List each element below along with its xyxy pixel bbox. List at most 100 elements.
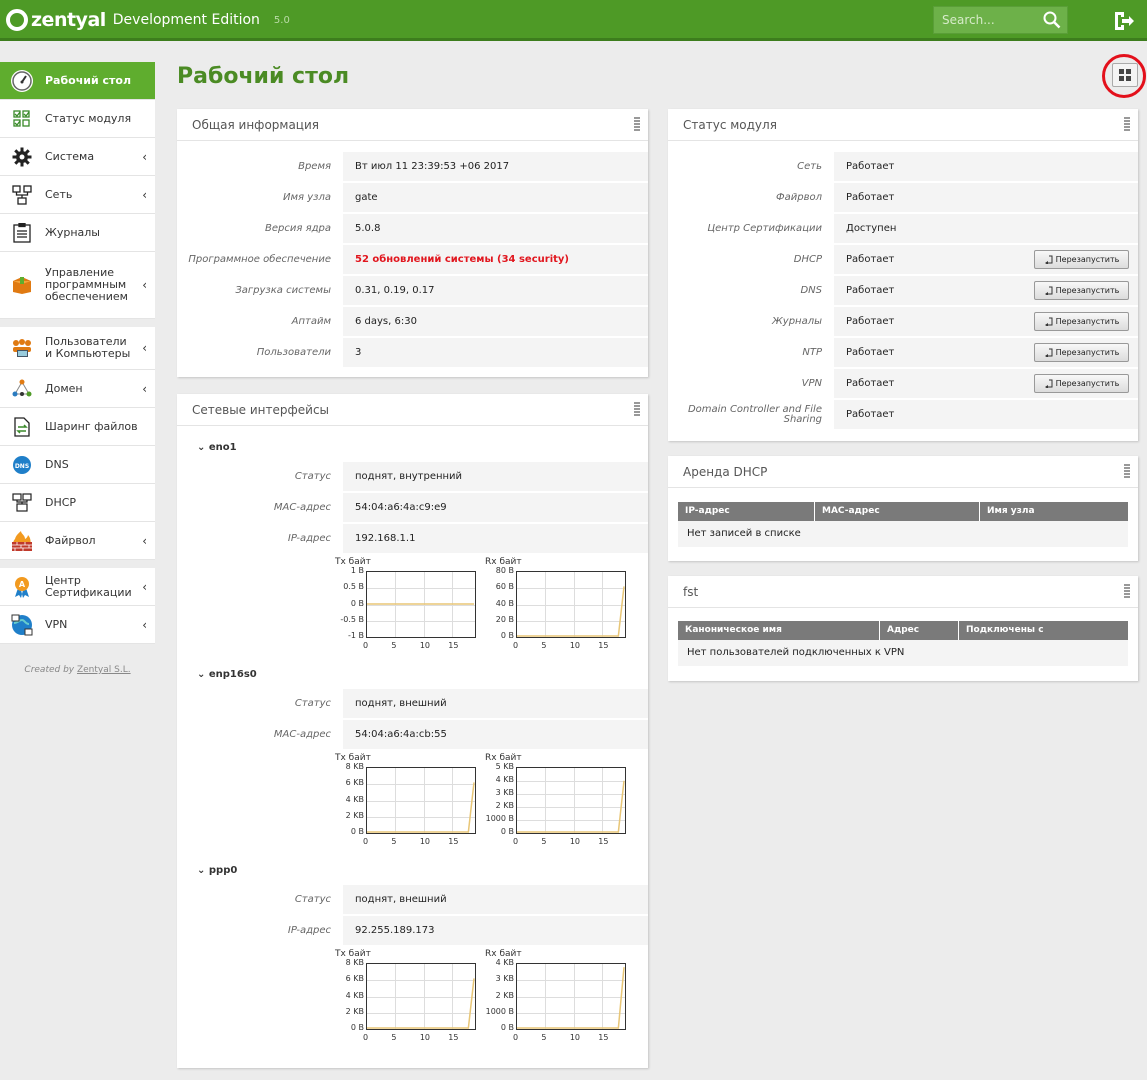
panel-title: Аренда DHCP (683, 465, 768, 479)
info-value: Вт июл 11 23:39:53 +06 2017 (343, 152, 648, 181)
interface-toggle[interactable]: ⌄ enp16s0 (177, 665, 648, 685)
restart-button[interactable]: Перезапустить (1034, 250, 1129, 269)
module-status: Работает (834, 400, 1138, 429)
drag-handle-icon[interactable] (634, 402, 640, 416)
software-updates-link[interactable]: 52 обновлений системы (34 security) (343, 245, 648, 274)
y-tick-label: 2 KB (345, 810, 364, 820)
y-tick-label: 0 B (500, 1023, 514, 1032)
interface-key: Статус (294, 697, 331, 709)
dhcp-table: IP-адрес MAC-адрес Имя узла Нет записей … (678, 502, 1128, 547)
sidebar-item-certificate[interactable]: A Центр Сертификации ‹ (0, 568, 155, 606)
interface-toggle[interactable]: ⌄ ppp0 (177, 861, 648, 881)
search-input[interactable] (934, 7, 1034, 33)
module-name: DNS (800, 284, 822, 296)
interface-value: 192.168.1.1 (343, 524, 648, 553)
drag-handle-icon[interactable] (634, 117, 640, 131)
svg-text:A: A (19, 580, 26, 589)
x-tick-label: 0 (513, 1033, 519, 1042)
interface-key: Статус (294, 470, 331, 482)
sidebar-item-file-sharing[interactable]: Шаринг файлов (0, 408, 155, 446)
dhcp-leases-panel: Аренда DHCP IP-адрес MAC-адрес Имя узла … (668, 456, 1138, 561)
interface-value: 92.255.189.173 (343, 916, 648, 945)
x-tick-label: 15 (598, 837, 609, 846)
module-status-text: Работает (846, 347, 895, 358)
firewall-icon (11, 530, 33, 552)
drag-handle-icon[interactable] (1124, 464, 1130, 478)
panel-header[interactable]: Аренда DHCP (668, 456, 1138, 488)
module-status-text: Работает (846, 378, 895, 389)
file-sharing-icon (11, 416, 33, 438)
software-package-icon (11, 274, 33, 296)
sidebar-item-domain[interactable]: Домен ‹ (0, 370, 155, 408)
sidebar-item-dashboard[interactable]: Рабочий стол (0, 62, 155, 100)
sidebar-item-firewall[interactable]: Файрвол ‹ (0, 522, 155, 560)
module-status-text: Работает (846, 316, 895, 327)
restart-button[interactable]: Перезапустить (1034, 312, 1129, 331)
edition-label: Development Edition (112, 12, 260, 28)
sidebar-item-users[interactable]: Пользователи и Компьютеры ‹ (0, 327, 155, 370)
restart-button[interactable]: Перезапустить (1034, 343, 1129, 362)
y-tick-label: 0 B (350, 827, 364, 836)
module-status-text: Работает (846, 192, 895, 203)
chart-plot-area (366, 767, 476, 834)
interface-name: eno1 (208, 442, 237, 453)
search-icon[interactable] (1043, 11, 1061, 33)
logout-icon[interactable] (1113, 10, 1135, 36)
sidebar-item-module-status[interactable]: Статус модуля (0, 100, 155, 138)
info-key: Аптайм (291, 315, 331, 327)
sidebar-item-software-package[interactable]: Управление программным обеспечением ‹ (0, 252, 155, 319)
y-tick-label: 1000 B (485, 814, 514, 823)
sidebar-item-network[interactable]: Сеть ‹ (0, 176, 155, 214)
sidebar-item-logs[interactable]: Журналы (0, 214, 155, 252)
module-status-text: Работает (846, 409, 895, 420)
x-tick-label: 5 (391, 1033, 397, 1042)
restart-button[interactable]: Перезапустить (1034, 281, 1129, 300)
y-tick-label: 0.5 B (343, 582, 364, 592)
panel-title: Общая информация (192, 118, 319, 132)
general-info-panel: Общая информация Время Вт июл 11 23:39:53… (177, 109, 648, 377)
panel-header[interactable]: fst (668, 576, 1138, 608)
interface-key: Статус (294, 893, 331, 905)
restart-button[interactable]: Перезапустить (1034, 374, 1129, 393)
restart-label: Перезапустить (1055, 317, 1120, 326)
chevron-left-icon: ‹ (142, 149, 147, 164)
module-status: Работает Перезапустить (834, 245, 1138, 274)
interface-charts: Tx байт 1 B 0.5 B0 B -0.5 B -1 B 0 5 10 15 Rx бай… (177, 557, 648, 659)
x-tick-label: 15 (598, 641, 609, 650)
sidebar-item-label: Файрвол (45, 533, 96, 547)
module-status-icon (11, 108, 33, 130)
sidebar-item-label: DNS (45, 457, 69, 471)
y-tick-label: 0 B (350, 1023, 364, 1032)
module-name: Сеть (797, 160, 822, 172)
column-header: IP-адрес (678, 502, 815, 521)
module-status-text: Доступен (846, 223, 897, 234)
zentyal-link[interactable]: Zentyal S.L. (77, 665, 131, 675)
interface-toggle[interactable]: ⌄ eno1 (177, 438, 648, 458)
drag-handle-icon[interactable] (1124, 584, 1130, 598)
panel-header[interactable]: Общая информация (177, 109, 648, 141)
info-key: Программное обеспечение (188, 253, 331, 265)
module-name: Domain Controller and File Sharing (687, 403, 822, 425)
y-tick-label: 40 B (495, 598, 514, 608)
module-status-text: Работает (846, 254, 895, 265)
interface-row: MAC-адрес 54:04:a6:4a:c9:e9 (177, 493, 648, 522)
traffic-chart: Rx байт 80 B 60 B 40 B 20 B0 B 0 5 10 15 (485, 557, 630, 655)
info-value: 5.0.8 (343, 214, 648, 243)
y-tick-label: -1 B (347, 631, 364, 640)
chevron-down-icon: ⌄ (197, 442, 209, 453)
sidebar-item-dns[interactable]: DNS DNS (0, 446, 155, 484)
drag-handle-icon[interactable] (1124, 117, 1130, 131)
interface-row: Статус поднят, внешний (177, 689, 648, 718)
info-value: 3 (343, 338, 648, 367)
chevron-down-icon: ⌄ (197, 865, 209, 876)
y-tick-label: 0 B (500, 827, 514, 836)
gear-icon (11, 146, 33, 168)
sidebar-item-dhcp[interactable]: DHCP (0, 484, 155, 522)
column-header: Подключены с (966, 625, 1044, 635)
panel-header[interactable]: Статус модуля (668, 109, 1138, 141)
sidebar-item-vpn[interactable]: VPN ‹ (0, 606, 155, 644)
sidebar-item-gear[interactable]: Система ‹ (0, 138, 155, 176)
module-name: Файрвол (776, 191, 822, 203)
zentyal-logo[interactable]: zentyal Development Edition 5.0 (6, 9, 290, 31)
panel-header[interactable]: Сетевые интерфейсы (177, 394, 648, 426)
